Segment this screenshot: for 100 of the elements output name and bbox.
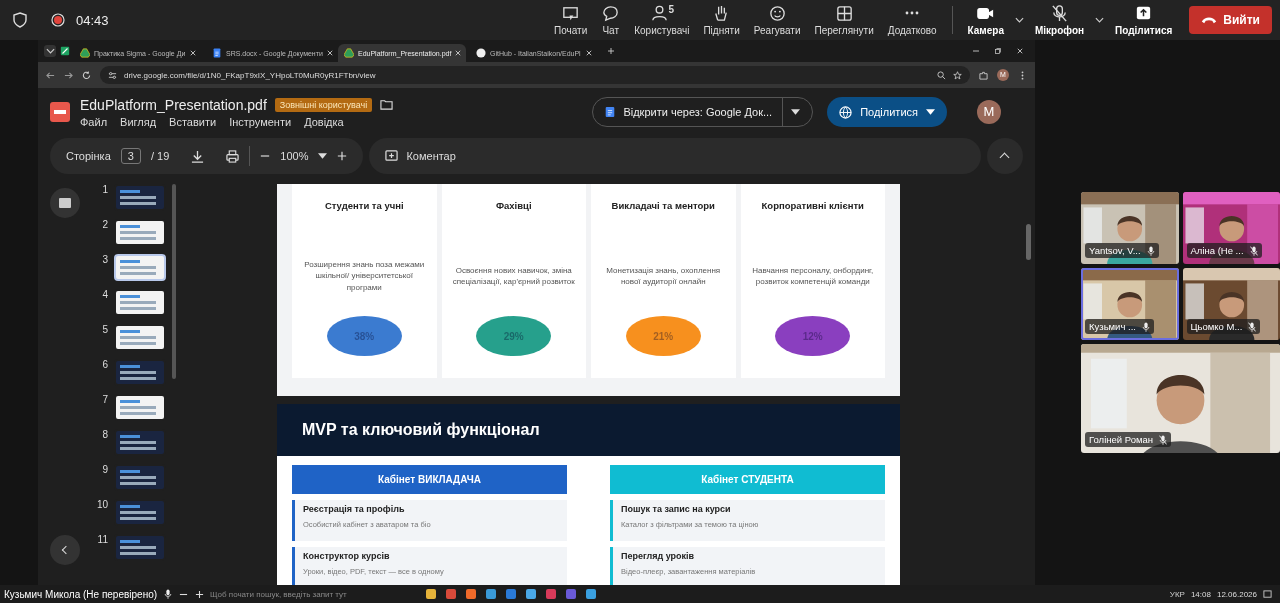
menu-item[interactable]: Вставити	[169, 115, 217, 128]
menu-item[interactable]: Файл	[80, 115, 108, 128]
taskbar-app-icon[interactable]	[546, 589, 557, 599]
page-thumbnail[interactable]	[114, 359, 166, 386]
taskbar-app-icon[interactable]	[526, 589, 537, 599]
share-screen-button[interactable]: Поділитися	[1112, 4, 1176, 36]
video-tile[interactable]: Цьомко М...	[1182, 268, 1280, 340]
chat-action-button[interactable]: Чат	[598, 4, 624, 36]
slide-heading: MVP та ключовий функціонал	[302, 421, 540, 439]
document-icon	[212, 48, 222, 58]
share-action-button[interactable]: Почати	[550, 4, 591, 36]
react-action-button[interactable]: Реагувати	[750, 4, 804, 36]
close-icon[interactable]	[455, 50, 462, 56]
camera-button[interactable]: Камера	[964, 4, 1007, 36]
participant-name: Yantsov, V...	[1089, 245, 1141, 256]
video-tile[interactable]: Голіней Роман	[1081, 344, 1280, 453]
taskbar-app-icon[interactable]	[486, 589, 497, 599]
star-icon[interactable]	[953, 70, 962, 80]
address-bar[interactable]: drive.google.com/file/d/1N0_FKapT9xIX_YHpoLT0MuR0yR1FTbn/view	[100, 66, 970, 84]
caret-icon[interactable]	[791, 109, 801, 115]
menu-item[interactable]: Інструменти	[229, 115, 292, 128]
page-thumbnail[interactable]	[114, 394, 166, 421]
page-thumbnail[interactable]	[114, 289, 166, 316]
taskbar-date[interactable]: 12.06.2026	[1216, 589, 1257, 599]
menu-item[interactable]: Вигляд	[120, 115, 157, 128]
back-icon[interactable]	[46, 70, 55, 80]
feature-title: Реєстрація та профіль	[303, 504, 406, 514]
close-icon[interactable]	[586, 50, 592, 56]
zoom-in-icon[interactable]	[195, 589, 205, 599]
comment-icon	[385, 149, 399, 163]
page-thumbnail[interactable]	[114, 324, 166, 351]
hand-action-button[interactable]: Підняти	[700, 4, 743, 36]
presenter-name: Кузьмич Микола (Не перевірено)	[4, 588, 158, 600]
close-icon[interactable]	[190, 50, 196, 56]
page-number: 3	[101, 254, 108, 265]
video-tile[interactable]: Yantsov, V...	[1081, 192, 1179, 264]
page-number: 6	[101, 359, 108, 370]
file-name: EduPlatform_Presentation.pdf	[80, 96, 267, 113]
share-oval: 38%	[326, 316, 402, 356]
taskbar-search-field[interactable]: Щоб почати пошук, введіть запит тут	[210, 589, 391, 599]
caret-icon[interactable]	[1095, 17, 1105, 23]
folder-icon[interactable]	[380, 98, 394, 111]
page-thumbnail[interactable]	[114, 464, 166, 491]
comment-button[interactable]: Коментар	[385, 149, 456, 163]
cabinet-header: Кабінет ВИКЛАДАЧА	[292, 465, 567, 494]
view-action-button[interactable]: Переглянути	[811, 4, 877, 36]
participant-name: Цьомко М...	[1190, 321, 1243, 332]
people-action-button[interactable]: 5 Користувачі	[631, 4, 693, 36]
taskbar-app-icon[interactable]	[466, 589, 477, 599]
page-number-field[interactable]: 3	[120, 148, 141, 164]
page-thumbnail[interactable]	[114, 499, 166, 526]
notification-icon[interactable]	[1263, 589, 1272, 599]
reload-icon[interactable]	[82, 70, 91, 80]
page-thumbnail[interactable]	[114, 219, 166, 246]
user-avatar[interactable]: M	[977, 100, 1001, 124]
restore-icon[interactable]	[995, 48, 1001, 54]
pdf-icon	[50, 102, 70, 122]
extensions-icon[interactable]	[979, 70, 988, 80]
close-icon[interactable]	[1017, 48, 1023, 54]
taskbar-app-icon[interactable]	[586, 589, 597, 599]
grid-icon	[834, 4, 854, 23]
video-tile[interactable]: Кузьмич ...	[1081, 268, 1179, 340]
zoom-in-icon[interactable]	[337, 151, 348, 161]
taskbar-app-icon[interactable]	[506, 589, 517, 599]
page-thumbnail[interactable]	[114, 184, 166, 211]
forward-icon[interactable]	[64, 70, 73, 80]
taskbar-app-icon[interactable]	[426, 589, 437, 599]
page-number: 11	[96, 534, 108, 545]
video-tile[interactable]: Аліна (Не ...	[1182, 192, 1280, 264]
more-action-button[interactable]: Додатково	[884, 4, 940, 36]
page-number: 9	[101, 464, 108, 475]
caret-icon[interactable]	[318, 153, 328, 159]
smiley-icon	[767, 4, 787, 23]
scrollbar-thumb[interactable]	[1026, 224, 1031, 260]
microphone-icon	[164, 589, 173, 599]
more-icon	[905, 11, 920, 15]
zoom-level[interactable]: 100%	[280, 150, 309, 162]
document-icon	[605, 107, 616, 117]
close-icon[interactable]	[326, 50, 333, 56]
zoom-icon[interactable]	[937, 70, 946, 80]
segment-title: Студенти та учні	[324, 200, 404, 213]
microphone-button[interactable]: Мікрофон	[1031, 4, 1088, 36]
minimize-icon[interactable]	[973, 48, 979, 54]
image-button[interactable]	[50, 188, 80, 218]
tab-search-button[interactable]	[44, 45, 56, 57]
menu-item[interactable]: Довідка	[304, 115, 344, 128]
share-button[interactable]: Поділитися	[827, 97, 947, 127]
sheets-icon[interactable]	[60, 46, 70, 56]
taskbar-time[interactable]: 14:08	[1190, 589, 1211, 599]
caret-icon[interactable]	[926, 109, 935, 115]
taskbar-app-icon[interactable]	[446, 589, 457, 599]
download-icon[interactable]	[191, 149, 205, 163]
site-settings-icon[interactable]	[108, 70, 117, 80]
new-tab-icon[interactable]	[608, 48, 614, 54]
print-icon[interactable]	[226, 149, 240, 163]
leave-button[interactable]: Вийти	[1189, 6, 1272, 34]
caret-icon[interactable]	[1014, 17, 1024, 23]
page-thumbnail[interactable]	[114, 534, 166, 561]
language-indicator[interactable]: УКР	[1169, 589, 1185, 599]
page-thumbnail[interactable]	[114, 429, 166, 456]
